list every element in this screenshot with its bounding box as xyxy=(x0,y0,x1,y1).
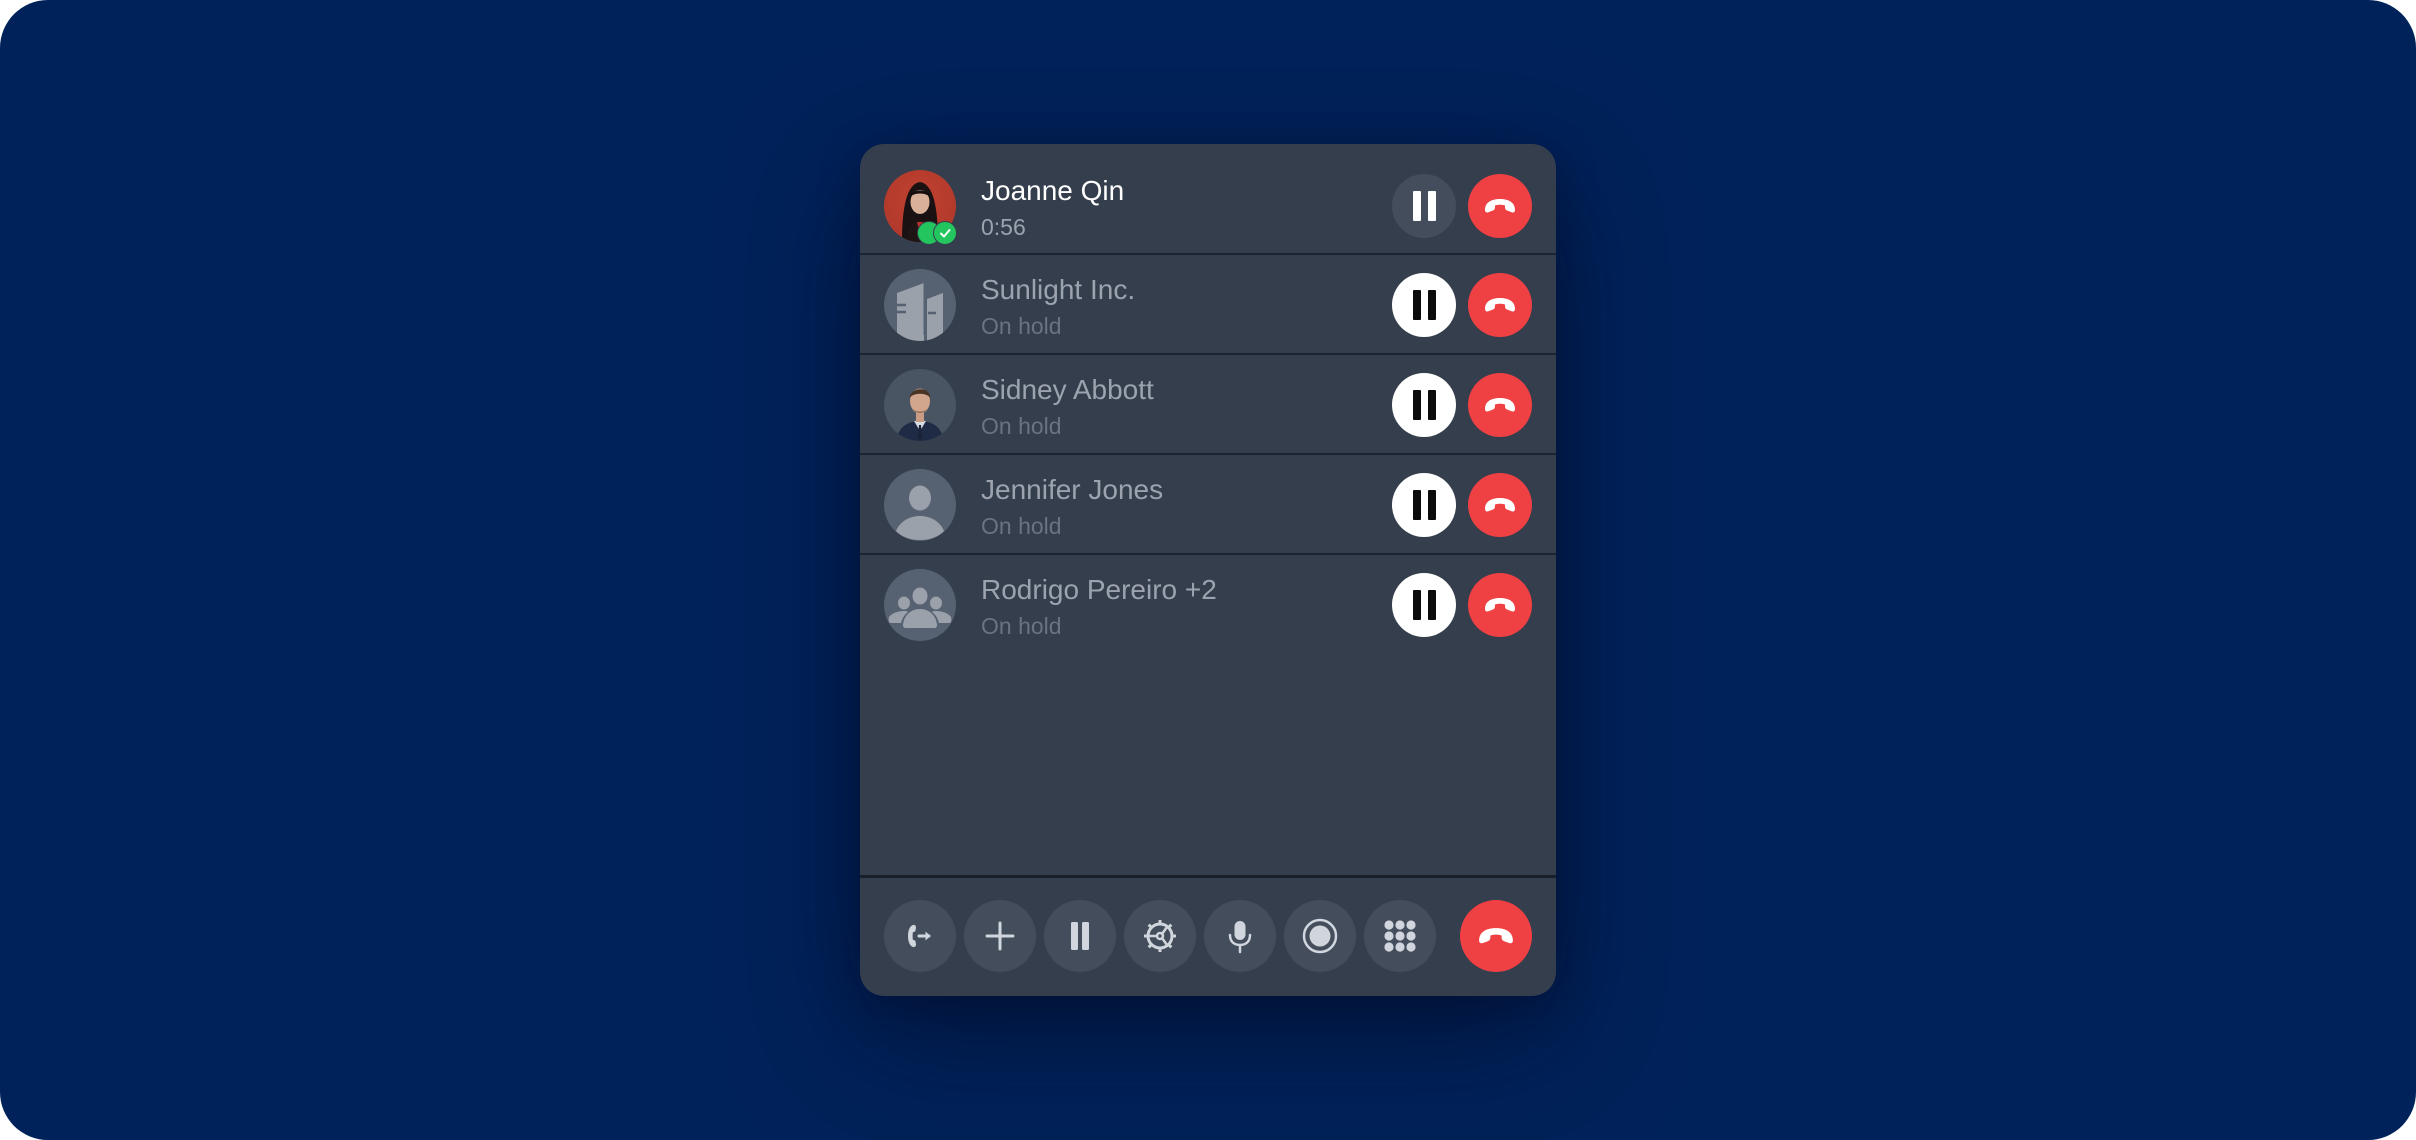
group-icon xyxy=(888,587,952,628)
end-call-icon xyxy=(1485,598,1515,612)
microphone-icon xyxy=(1228,921,1252,954)
call-duration: 0:56 xyxy=(981,214,1026,240)
hold-all-button[interactable] xyxy=(1044,900,1116,972)
resume-call-button[interactable] xyxy=(1392,273,1456,337)
keypad-icon xyxy=(1384,920,1416,952)
person-icon xyxy=(896,485,944,540)
avatar xyxy=(884,369,956,441)
resume-call-button[interactable] xyxy=(1392,373,1456,437)
call-row-joanne-qin[interactable]: Joanne Qin 0:56 xyxy=(860,144,1556,255)
call-row-sunlight-inc[interactable]: Sunlight Inc. On hold xyxy=(860,255,1556,355)
pause-icon xyxy=(1071,922,1089,950)
call-status: On hold xyxy=(981,313,1062,339)
call-toolbar xyxy=(860,878,1556,996)
call-row-jennifer-jones[interactable]: Jennifer Jones On hold xyxy=(860,455,1556,555)
end-call-button[interactable] xyxy=(1468,473,1532,537)
end-call-icon xyxy=(1485,498,1515,512)
add-call-button[interactable] xyxy=(964,900,1036,972)
merge-calls-button[interactable] xyxy=(1124,900,1196,972)
pause-icon xyxy=(1412,290,1436,320)
end-call-button[interactable] xyxy=(1468,373,1532,437)
end-call-icon xyxy=(1485,199,1515,213)
end-call-icon xyxy=(1479,928,1513,944)
caller-name: Sunlight Inc. xyxy=(981,274,1136,305)
end-call-icon xyxy=(1485,398,1515,412)
pause-icon xyxy=(1412,590,1436,620)
avatar xyxy=(884,469,956,541)
call-manager-panel: Joanne Qin 0:56 Sunlight Inc. On hold Si… xyxy=(860,144,1556,996)
call-row-rodrigo-pereiro-group[interactable]: Rodrigo Pereiro +2 On hold xyxy=(860,555,1556,655)
avatar xyxy=(884,569,956,641)
transfer-button[interactable] xyxy=(884,900,956,972)
hold-call-button[interactable] xyxy=(1392,174,1456,238)
keypad-button[interactable] xyxy=(1364,900,1436,972)
avatar xyxy=(884,269,956,341)
end-call-button[interactable] xyxy=(1468,273,1532,337)
pause-icon xyxy=(1412,490,1436,520)
building-icon xyxy=(896,282,943,341)
man-photo-icon xyxy=(896,388,944,441)
caller-name: Jennifer Jones xyxy=(981,474,1164,505)
call-status: On hold xyxy=(981,413,1062,439)
end-call-button[interactable] xyxy=(1468,174,1532,238)
call-list: Joanne Qin 0:56 Sunlight Inc. On hold Si… xyxy=(860,144,1556,655)
mute-button[interactable] xyxy=(1204,900,1276,972)
avatar xyxy=(884,170,957,245)
end-all-calls-button[interactable] xyxy=(1460,900,1532,972)
caller-name: Rodrigo Pereiro +2 xyxy=(981,574,1217,605)
end-call-button[interactable] xyxy=(1468,573,1532,637)
record-icon xyxy=(1302,918,1338,954)
record-button[interactable] xyxy=(1284,900,1356,972)
caller-name: Sidney Abbott xyxy=(981,374,1154,405)
pause-icon xyxy=(1412,191,1436,221)
resume-call-button[interactable] xyxy=(1392,573,1456,637)
plus-icon xyxy=(985,921,1015,951)
transfer-call-icon xyxy=(908,924,931,948)
call-row-sidney-abbott[interactable]: Sidney Abbott On hold xyxy=(860,355,1556,455)
caller-name: Joanne Qin xyxy=(981,175,1125,206)
app-background: Joanne Qin 0:56 Sunlight Inc. On hold Si… xyxy=(0,0,2416,1140)
connected-check-icon xyxy=(933,221,957,245)
merge-icon xyxy=(1144,920,1176,952)
call-status: On hold xyxy=(981,513,1062,539)
end-call-icon xyxy=(1485,298,1515,312)
call-status: On hold xyxy=(981,613,1062,639)
pause-icon xyxy=(1412,390,1436,420)
resume-call-button[interactable] xyxy=(1392,473,1456,537)
